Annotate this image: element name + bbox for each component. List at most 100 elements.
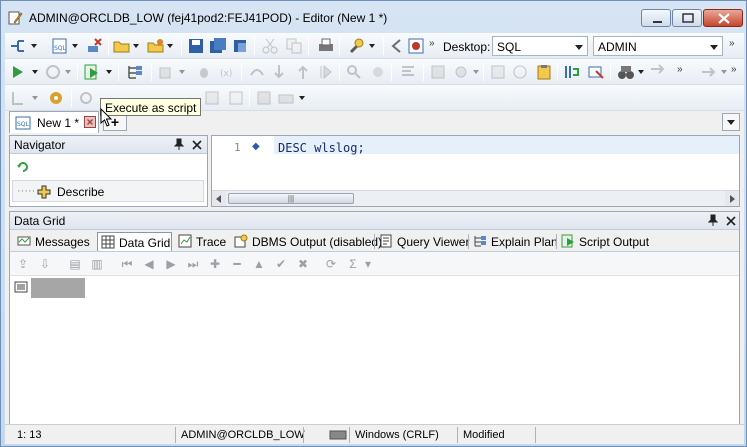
post-edit-icon[interactable]: ✔ bbox=[274, 257, 288, 271]
row-selector-icon[interactable] bbox=[14, 280, 28, 294]
save-copy-icon[interactable] bbox=[231, 37, 249, 55]
unshared-worksheet-icon[interactable] bbox=[563, 63, 581, 81]
snippets-icon[interactable] bbox=[227, 89, 245, 107]
describe-node[interactable]: ····· Describe bbox=[12, 180, 204, 202]
tab-script-output[interactable]: Script Output bbox=[558, 232, 650, 251]
step-into-icon[interactable] bbox=[270, 63, 288, 81]
result-grid[interactable] bbox=[10, 276, 739, 422]
close-tab-icon[interactable] bbox=[84, 116, 96, 128]
tab-trace[interactable]: Trace bbox=[175, 232, 227, 251]
insert-record-icon[interactable]: ✚ bbox=[208, 257, 222, 271]
pin-icon[interactable] bbox=[708, 214, 718, 226]
tab-dbms-output[interactable]: DBMS Output (disabled) bbox=[231, 232, 382, 251]
erase-icon[interactable] bbox=[587, 63, 605, 81]
sql-code-line[interactable]: DESC wlslog; bbox=[278, 141, 365, 155]
pin-icon[interactable] bbox=[174, 138, 184, 150]
desktop-select[interactable]: SQL bbox=[492, 36, 588, 56]
scroll-thumb[interactable]: ||| bbox=[228, 193, 354, 204]
open-recent-icon[interactable] bbox=[147, 37, 165, 55]
tools-dropdown-icon[interactable] bbox=[369, 44, 375, 48]
tab-explain-plan[interactable]: Explain Plan bbox=[470, 232, 558, 251]
templates-icon[interactable] bbox=[255, 89, 273, 107]
find-dropdown-icon[interactable] bbox=[638, 70, 644, 74]
refresh-icon[interactable] bbox=[16, 160, 30, 174]
drive-dropdown-icon[interactable] bbox=[299, 96, 305, 100]
debug-icon[interactable] bbox=[195, 63, 213, 81]
history-icon[interactable] bbox=[511, 63, 529, 81]
monitor-icon[interactable] bbox=[452, 63, 470, 81]
monitor-dropdown-icon[interactable] bbox=[473, 70, 479, 74]
commit-dropdown-icon[interactable] bbox=[179, 70, 185, 74]
close-window-button[interactable] bbox=[703, 9, 743, 27]
step-over-icon[interactable] bbox=[248, 63, 266, 81]
reports-icon[interactable] bbox=[407, 37, 425, 55]
scroll-left-button[interactable] bbox=[212, 191, 226, 206]
sql-tuning-icon[interactable] bbox=[9, 89, 27, 107]
autotrace-icon[interactable] bbox=[44, 63, 62, 81]
print-icon[interactable] bbox=[317, 37, 335, 55]
autotrace-dropdown-icon[interactable] bbox=[65, 70, 71, 74]
rollback-grid-icon[interactable]: ▥ bbox=[90, 257, 104, 271]
goto-icon[interactable] bbox=[699, 63, 717, 81]
open-dropdown-icon[interactable] bbox=[133, 44, 139, 48]
connections-icon[interactable] bbox=[9, 37, 27, 55]
history-list-icon[interactable] bbox=[203, 89, 221, 107]
overflow-chevron-icon[interactable]: » bbox=[677, 64, 682, 75]
refactor-icon[interactable] bbox=[369, 63, 387, 81]
minimize-button[interactable] bbox=[641, 9, 671, 27]
cut-icon[interactable] bbox=[261, 37, 279, 55]
run-statement-icon[interactable] bbox=[9, 63, 27, 81]
run-to-cursor-icon[interactable] bbox=[317, 63, 335, 81]
sql-editor[interactable]: 1 ◆ DESC wlslog; ||| bbox=[211, 135, 740, 207]
editor-horizontal-scrollbar[interactable]: ||| bbox=[212, 190, 739, 206]
run-dropdown-icon[interactable] bbox=[32, 70, 38, 74]
binoculars-icon[interactable] bbox=[617, 63, 635, 81]
goto-dropdown-icon[interactable] bbox=[721, 70, 727, 74]
last-record-icon[interactable]: ⏭ bbox=[186, 257, 200, 271]
run-script-dropdown-icon[interactable] bbox=[106, 70, 112, 74]
sql-worksheet-icon[interactable]: SQL bbox=[51, 37, 69, 55]
refresh-icon[interactable] bbox=[77, 89, 95, 107]
step-out-icon[interactable] bbox=[294, 63, 312, 81]
find-db-object-icon[interactable] bbox=[345, 63, 363, 81]
next-record-icon[interactable]: ▶ bbox=[164, 257, 178, 271]
cancel-edit-icon[interactable]: ✖ bbox=[296, 257, 310, 271]
edit-record-icon[interactable]: ▲ bbox=[252, 257, 266, 271]
scroll-right-button[interactable] bbox=[725, 191, 739, 206]
overflow-chevron-icon[interactable]: » bbox=[731, 64, 736, 75]
save-all-icon[interactable] bbox=[209, 37, 227, 55]
delete-record-icon[interactable]: ━ bbox=[230, 257, 244, 271]
tab-data-grid[interactable]: Data Grid bbox=[97, 232, 172, 251]
insert-row-icon[interactable]: ⇪ bbox=[16, 257, 30, 271]
settings-gear-icon[interactable] bbox=[47, 89, 65, 107]
connection-select[interactable]: ADMIN bbox=[593, 36, 723, 56]
commit-grid-icon[interactable]: ▤ bbox=[68, 257, 82, 271]
previous-record-icon[interactable]: ◀ bbox=[142, 257, 156, 271]
tuning-dropdown-icon[interactable] bbox=[32, 96, 38, 100]
close-panel-icon[interactable] bbox=[192, 140, 202, 150]
close-panel-icon[interactable] bbox=[726, 216, 736, 226]
recent-dropdown-icon[interactable] bbox=[167, 44, 173, 48]
aggregate-dropdown-icon[interactable]: ▾ bbox=[364, 257, 372, 271]
commit-icon[interactable] bbox=[157, 63, 175, 81]
line-endings[interactable]: Windows (CRLF) bbox=[355, 429, 439, 441]
clipboard-icon[interactable] bbox=[535, 63, 553, 81]
connections-dropdown-icon[interactable] bbox=[31, 44, 37, 48]
overflow-chevron-icon[interactable]: » bbox=[429, 38, 434, 49]
copy-icon[interactable] bbox=[285, 37, 303, 55]
save-icon[interactable] bbox=[187, 37, 205, 55]
tab-list-button[interactable] bbox=[722, 113, 740, 131]
refresh-grid-icon[interactable]: ⟳ bbox=[324, 257, 338, 271]
disconnect-icon[interactable] bbox=[85, 37, 103, 55]
sql-worksheet-dropdown-icon[interactable] bbox=[72, 44, 78, 48]
tab-messages[interactable]: Messages bbox=[14, 232, 94, 251]
result-column-header[interactable] bbox=[31, 278, 85, 298]
aggregate-sigma-icon[interactable]: Σ bbox=[346, 257, 360, 271]
clear-icon[interactable] bbox=[489, 63, 507, 81]
navigate-icon[interactable] bbox=[648, 63, 666, 81]
tuning-icon[interactable] bbox=[429, 63, 447, 81]
maximize-button[interactable] bbox=[672, 9, 702, 27]
run-script-icon[interactable] bbox=[83, 63, 101, 81]
tab-query-viewer[interactable]: Query Viewer bbox=[376, 232, 469, 251]
format-icon[interactable] bbox=[399, 63, 417, 81]
